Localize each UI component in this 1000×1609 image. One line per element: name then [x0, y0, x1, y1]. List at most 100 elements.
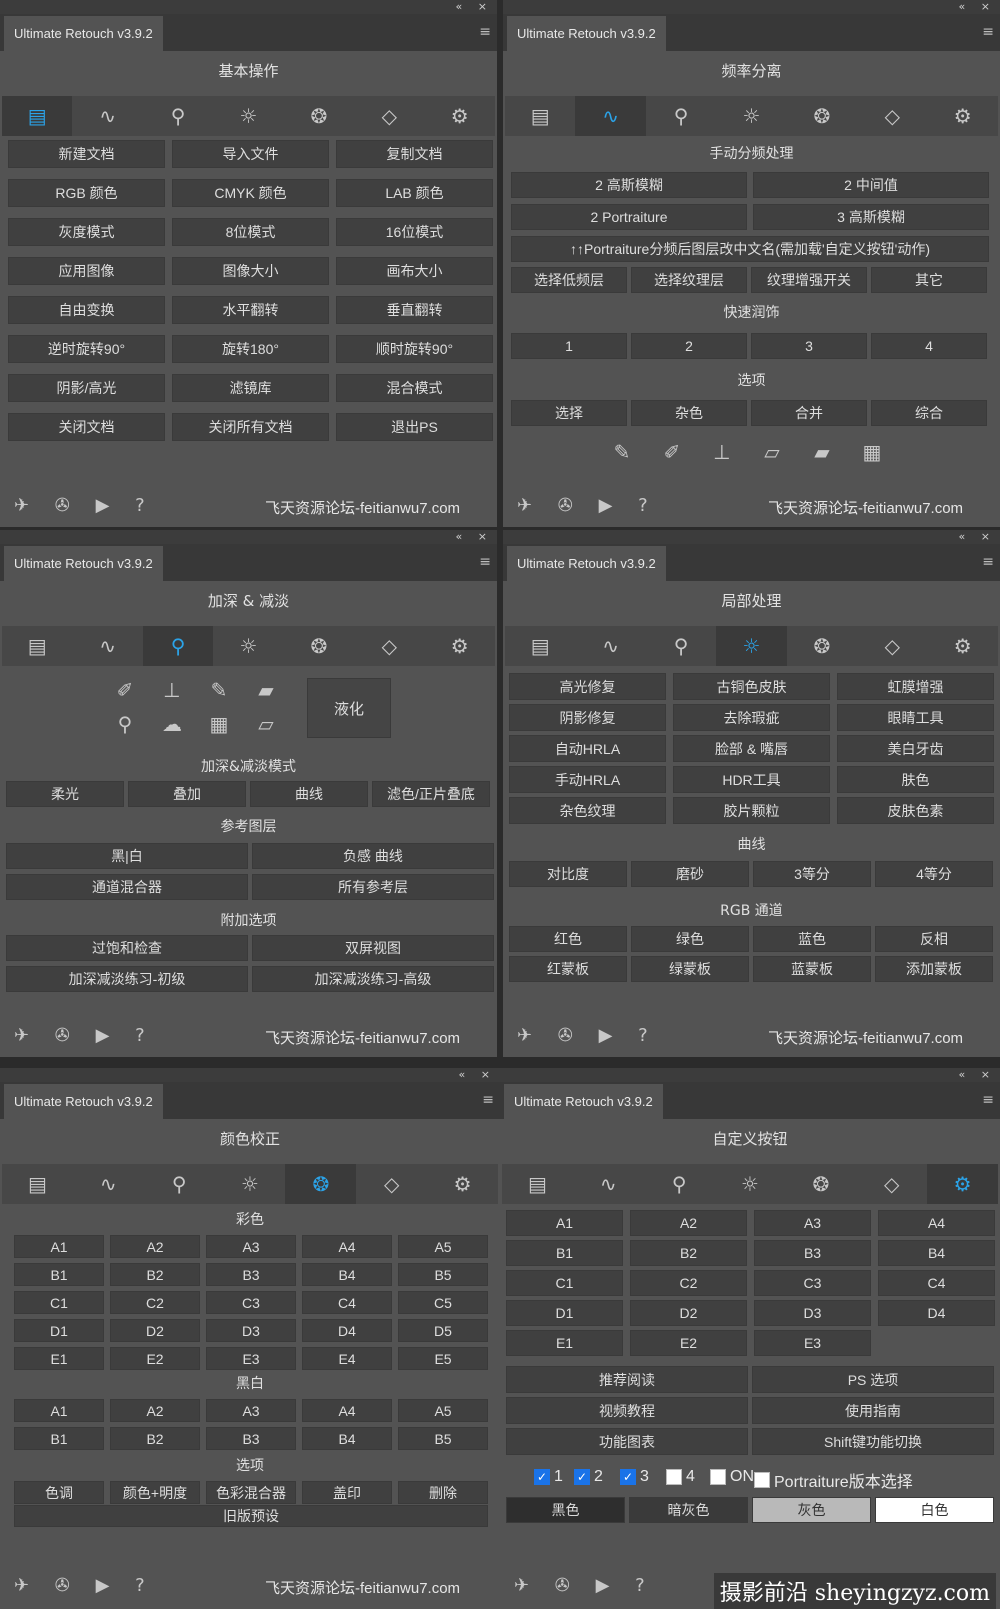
basic-button[interactable]: 画布大小 [336, 257, 493, 285]
mixer-brush-icon[interactable]: ✐ [110, 678, 140, 702]
footer-icons[interactable]: ✈ ✇ ▶ ? [514, 1575, 655, 1596]
basic-button[interactable]: 图像大小 [172, 257, 329, 285]
color-preset-button[interactable]: D1 [14, 1319, 104, 1342]
local-button[interactable]: 肤色 [837, 766, 994, 793]
bw-preset-button[interactable]: B3 [206, 1427, 296, 1450]
local-button[interactable]: 杂色纹理 [509, 797, 666, 824]
color-preset-button[interactable]: E5 [398, 1347, 488, 1370]
brightness-icon[interactable]: ☼ [716, 96, 786, 136]
rgb-channel-button[interactable]: 红色 [509, 926, 627, 952]
quick-retouch-button[interactable]: 3 [751, 333, 867, 359]
checkbox-6[interactable]: Portraiture版本选择 [754, 1468, 913, 1492]
diamond-icon[interactable]: ◇ [856, 1164, 927, 1204]
basic-button[interactable]: 旋转180° [172, 335, 329, 363]
link-button[interactable]: 推荐阅读 [506, 1366, 748, 1393]
bw-preset-button[interactable]: B5 [398, 1427, 488, 1450]
brightness-icon[interactable]: ☼ [215, 1164, 286, 1204]
custom-button[interactable]: B4 [878, 1240, 995, 1266]
color-preset-button[interactable]: A1 [14, 1235, 104, 1258]
color-preset-button[interactable]: C5 [398, 1291, 488, 1314]
quick-retouch-button[interactable]: 2 [631, 333, 747, 359]
healing-icon[interactable]: ▱ [251, 712, 281, 736]
rgb-mask-button[interactable]: 蓝蒙板 [753, 956, 871, 982]
freq-button[interactable]: 3 高斯模糊 [753, 204, 989, 230]
tab-ultimate-retouch[interactable]: Ultimate Retouch v3.9.2 [4, 546, 163, 581]
gear-icon[interactable]: ⚙ [427, 1164, 498, 1204]
menu-icon[interactable]: ≡ [482, 1092, 494, 1108]
basic-button[interactable]: 灰度模式 [8, 218, 165, 246]
theme-button[interactable]: 黑色 [506, 1497, 625, 1523]
footer-icons[interactable]: ✈ ✇ ▶ ? [14, 1575, 155, 1596]
brightness-icon[interactable]: ☼ [716, 626, 787, 666]
custom-button[interactable]: D3 [754, 1300, 871, 1326]
color-preset-button[interactable]: E3 [206, 1347, 296, 1370]
freq-button[interactable]: 2 高斯模糊 [511, 172, 747, 198]
color-preset-button[interactable]: C1 [14, 1291, 104, 1314]
color-preset-button[interactable]: E4 [302, 1347, 392, 1370]
mixer-brush-icon[interactable]: ✐ [657, 440, 687, 464]
gear-icon[interactable]: ⚙ [927, 1164, 999, 1204]
color-preset-button[interactable]: D5 [398, 1319, 488, 1342]
local-button[interactable]: 古铜色皮肤 [673, 673, 830, 700]
tab-ultimate-retouch[interactable]: Ultimate Retouch v3.9.2 [504, 1084, 663, 1119]
basic-button[interactable]: 复制文档 [336, 140, 493, 168]
diamond-icon[interactable]: ◇ [857, 626, 927, 666]
frequency-icon[interactable]: ∿ [72, 96, 142, 136]
curve-button[interactable]: 对比度 [509, 861, 627, 887]
basic-button[interactable]: 顺时旋转90° [336, 335, 493, 363]
quick-retouch-button[interactable]: 1 [511, 333, 627, 359]
color-option-button[interactable]: 色彩混合器 [206, 1481, 296, 1504]
frequency-icon[interactable]: ∿ [575, 96, 646, 136]
diamond-icon[interactable]: ◇ [354, 626, 424, 666]
custom-button[interactable]: E1 [506, 1330, 623, 1356]
color-preset-button[interactable]: A5 [398, 1235, 488, 1258]
magnifier-icon[interactable]: ⚲ [142, 626, 214, 666]
color-preset-button[interactable]: B1 [14, 1263, 104, 1286]
footer-icons[interactable]: ✈ ✇ ▶ ? [517, 495, 658, 516]
gear-icon[interactable]: ⚙ [928, 626, 998, 666]
checkbox-box[interactable]: ✓ [620, 1469, 636, 1485]
bw-preset-button[interactable]: B4 [302, 1427, 392, 1450]
document-icon[interactable]: ▤ [2, 1164, 73, 1204]
curve-button[interactable]: 4等分 [875, 861, 993, 887]
local-button[interactable]: 自动HRLA [509, 735, 666, 762]
frequency-icon[interactable]: ∿ [573, 1164, 644, 1204]
basic-button[interactable]: 水平翻转 [172, 296, 329, 324]
brightness-icon[interactable]: ☼ [715, 1164, 786, 1204]
color-preset-button[interactable]: D4 [302, 1319, 392, 1342]
basic-button[interactable]: 导入文件 [172, 140, 329, 168]
color-preset-button[interactable]: A2 [110, 1235, 200, 1258]
document-icon[interactable]: ▤ [505, 96, 575, 136]
menu-icon[interactable]: ≡ [479, 24, 491, 40]
freq-option-button[interactable]: 合并 [751, 400, 867, 426]
additional-button[interactable]: 过饱和检查 [6, 935, 248, 961]
bandage-icon[interactable]: ▰ [251, 678, 281, 702]
chip-icon[interactable]: ▦ [204, 712, 234, 736]
magnifier-icon[interactable]: ⚲ [644, 1164, 715, 1204]
brightness-icon[interactable]: ☼ [213, 96, 283, 136]
local-button[interactable]: 眼睛工具 [837, 704, 994, 731]
menu-icon[interactable]: ≡ [982, 24, 994, 40]
checkbox-box[interactable]: ✓ [534, 1469, 550, 1485]
blob-icon[interactable]: ☁ [157, 712, 187, 736]
color-preset-button[interactable]: A4 [302, 1235, 392, 1258]
legacy-preset-button[interactable]: 旧版预设 [14, 1505, 488, 1527]
reference-button[interactable]: 通道混合器 [6, 874, 248, 900]
additional-button[interactable]: 加深减淡练习-初级 [6, 966, 248, 992]
checkbox-box[interactable] [710, 1469, 726, 1485]
custom-button[interactable]: A3 [754, 1210, 871, 1236]
theme-button[interactable]: 灰色 [752, 1497, 871, 1523]
window-controls[interactable]: « × [959, 0, 996, 14]
frequency-icon[interactable]: ∿ [575, 626, 645, 666]
mode-button[interactable]: 曲线 [250, 781, 368, 807]
bw-preset-button[interactable]: A2 [110, 1399, 200, 1422]
basic-button[interactable]: 滤镜库 [172, 374, 329, 402]
curve-button[interactable]: 3等分 [753, 861, 871, 887]
gear-icon[interactable]: ⚙ [425, 626, 495, 666]
bw-preset-button[interactable]: B1 [14, 1427, 104, 1450]
menu-icon[interactable]: ≡ [479, 554, 491, 570]
color-preset-button[interactable]: E1 [14, 1347, 104, 1370]
basic-button[interactable]: LAB 颜色 [336, 179, 493, 207]
basic-button[interactable]: 自由变换 [8, 296, 165, 324]
color-preset-button[interactable]: B3 [206, 1263, 296, 1286]
